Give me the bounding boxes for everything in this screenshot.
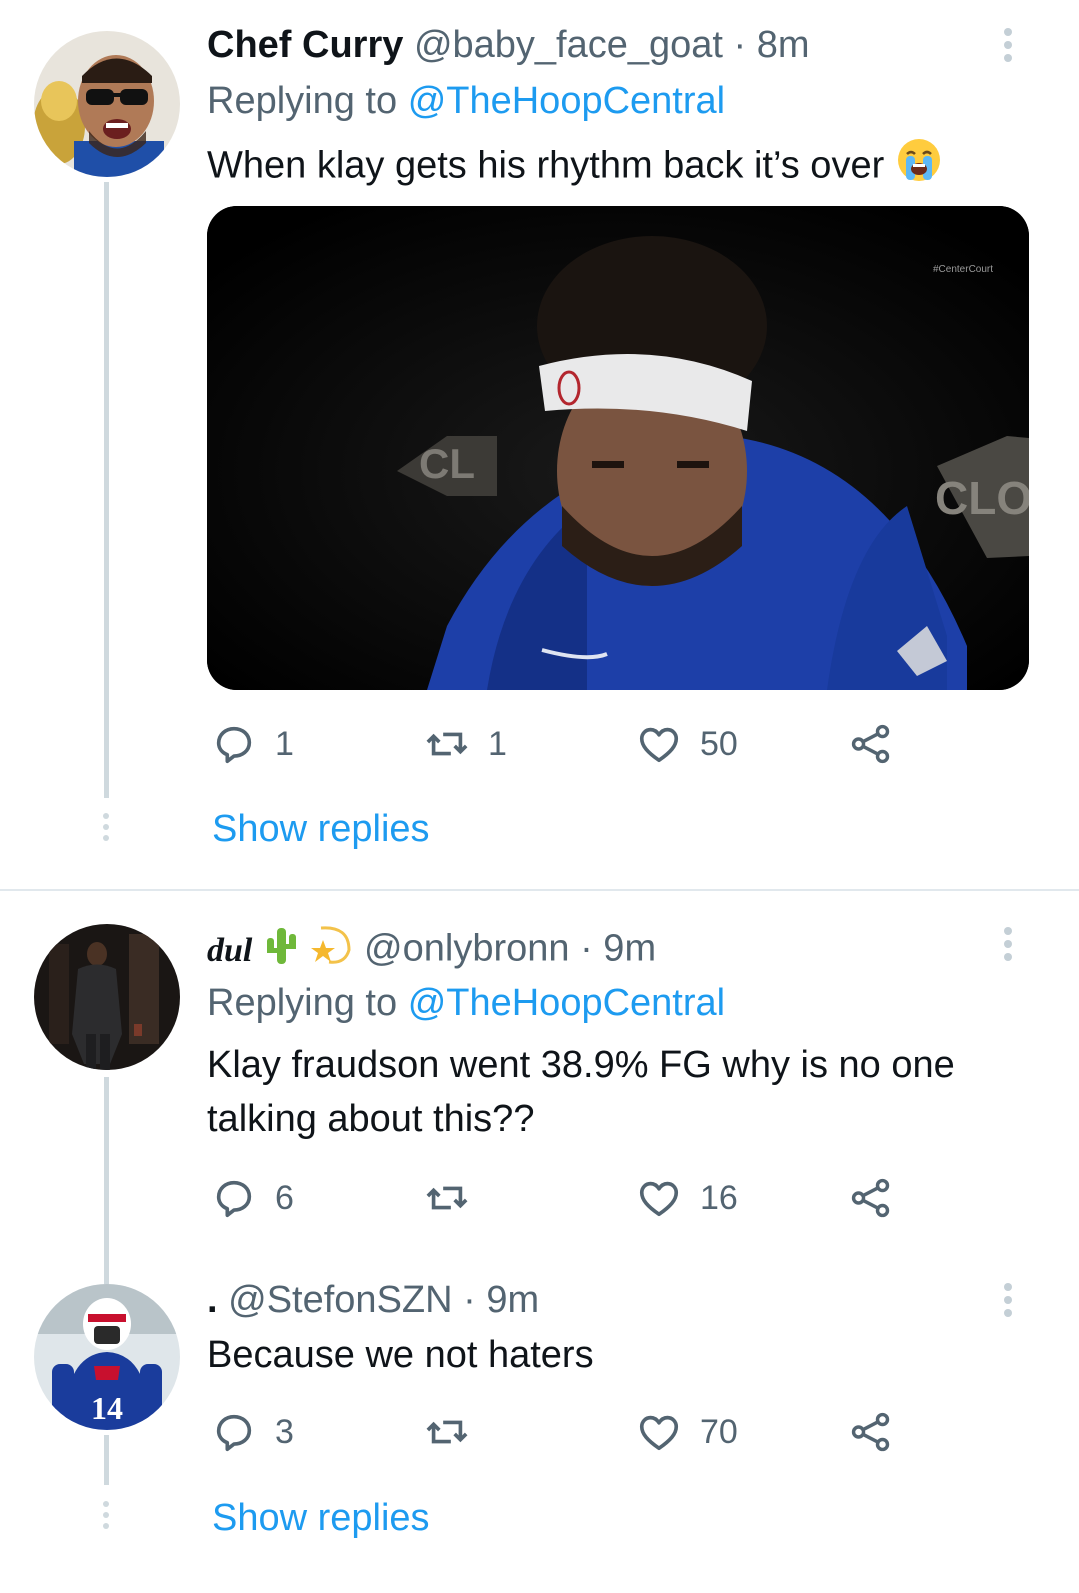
avatar-stefonszn[interactable]: 14 (34, 1284, 180, 1430)
timestamp[interactable]: · 8m (734, 24, 810, 66)
reply-button[interactable]: 6 (211, 1173, 294, 1223)
tweet-text-content: When klay gets his rhythm back it’s over (207, 144, 885, 187)
thread-continuation-dots[interactable] (101, 1501, 111, 1533)
more-options-icon[interactable] (1000, 1283, 1016, 1323)
reply-button[interactable]: 1 (211, 719, 294, 769)
like-icon (639, 727, 679, 763)
display-name[interactable]: . (207, 1279, 218, 1321)
avatar-onlybronn[interactable] (34, 924, 180, 1070)
show-replies-link[interactable]: Show replies (212, 806, 430, 852)
tweet-onlybronn[interactable]: dul @onlybronn · 9m Replying to @TheHoop… (0, 891, 1079, 1271)
tweet-text: When klay gets his rhythm back it’s over (207, 136, 1027, 199)
tweet-chef-curry[interactable]: Chef Curry @baby_face_goat · 8m Replying… (0, 0, 1079, 890)
replying-to-handle-link[interactable]: @TheHoopCentral (408, 80, 725, 122)
retweet-button[interactable] (424, 1407, 488, 1457)
retweet-icon (426, 732, 468, 756)
thread-line (104, 1435, 109, 1485)
thread-line (104, 1271, 109, 1285)
reply-count: 6 (275, 1178, 294, 1217)
reply-icon (216, 726, 252, 764)
handle[interactable]: @baby_face_goat (414, 24, 723, 66)
more-options-icon[interactable] (1000, 28, 1016, 68)
like-button[interactable]: 16 (636, 1173, 738, 1223)
reply-count: 3 (275, 1412, 294, 1451)
replying-to-handle-link[interactable]: @TheHoopCentral (408, 982, 725, 1024)
retweet-icon (426, 1186, 468, 1210)
reply-count: 1 (275, 724, 294, 763)
retweet-icon (426, 1420, 468, 1444)
share-button[interactable] (848, 1407, 912, 1457)
media-sign-right: CLO (935, 472, 1029, 524)
display-name-text: dul (207, 931, 253, 969)
replying-to-prefix: Replying to (207, 80, 398, 122)
avatar-chef-curry[interactable] (34, 31, 180, 177)
replying-to-prefix: Replying to (207, 982, 398, 1024)
retweet-button[interactable] (424, 1173, 488, 1223)
like-icon (639, 1181, 679, 1217)
replying-to: Replying to @TheHoopCentral (207, 980, 725, 1026)
thread-line (104, 1077, 109, 1271)
jersey-number: 14 (91, 1390, 123, 1426)
thread-continuation-dots[interactable] (101, 813, 111, 845)
like-count: 70 (700, 1412, 738, 1451)
retweet-count: 1 (488, 724, 507, 763)
tweet-header: dul @onlybronn · 9m (207, 924, 656, 977)
timestamp[interactable]: · 9m (580, 928, 656, 970)
tweet-text: Because we not haters (207, 1328, 1027, 1382)
media-sign-left: CL (419, 440, 475, 487)
handle[interactable]: @onlybronn (364, 928, 569, 970)
handle[interactable]: @StefonSZN (228, 1279, 452, 1321)
timestamp[interactable]: · 9m (463, 1279, 539, 1321)
share-icon (851, 724, 890, 764)
like-button[interactable]: 70 (636, 1407, 738, 1457)
tweet-text-content: Because we not haters (207, 1334, 594, 1376)
cactus-emoji (263, 924, 299, 977)
display-name[interactable]: Chef Curry (207, 24, 403, 66)
share-button[interactable] (848, 719, 912, 769)
media-watermark: #CenterCourt (933, 264, 993, 275)
tweet-stefonszn[interactable]: 14 . @StefonSZN · 9m Because we not hate… (0, 1271, 1079, 1593)
retweet-button[interactable]: 1 (424, 719, 507, 769)
tweet-text: Klay fraudson went 38.9% FG why is no on… (207, 1038, 1027, 1146)
like-count: 50 (700, 724, 738, 763)
share-icon (851, 1178, 890, 1218)
show-replies-link[interactable]: Show replies (212, 1495, 430, 1541)
like-icon (639, 1415, 679, 1451)
reply-icon (216, 1414, 252, 1452)
reply-icon (216, 1180, 252, 1218)
more-options-icon[interactable] (1000, 927, 1016, 967)
like-button[interactable]: 50 (636, 719, 738, 769)
tweet-text-line: Klay fraudson went 38.9% FG why is no on… (207, 1044, 955, 1086)
tweet-header: Chef Curry @baby_face_goat · 8m (207, 22, 810, 68)
tweet-header: . @StefonSZN · 9m (207, 1277, 539, 1323)
like-count: 16 (700, 1178, 738, 1217)
display-name[interactable]: dul (207, 926, 364, 970)
share-button[interactable] (848, 1173, 912, 1223)
share-icon (851, 1412, 890, 1452)
loudly-crying-face-emoji (895, 136, 943, 199)
tweet-text-line: talking about this?? (207, 1098, 535, 1140)
replying-to: Replying to @TheHoopCentral (207, 78, 725, 124)
shooting-star-emoji (309, 924, 353, 977)
thread-line (104, 182, 109, 798)
reply-button[interactable]: 3 (211, 1407, 294, 1457)
tweet-media-image[interactable]: #CenterCourt CL CLO (207, 206, 1029, 690)
